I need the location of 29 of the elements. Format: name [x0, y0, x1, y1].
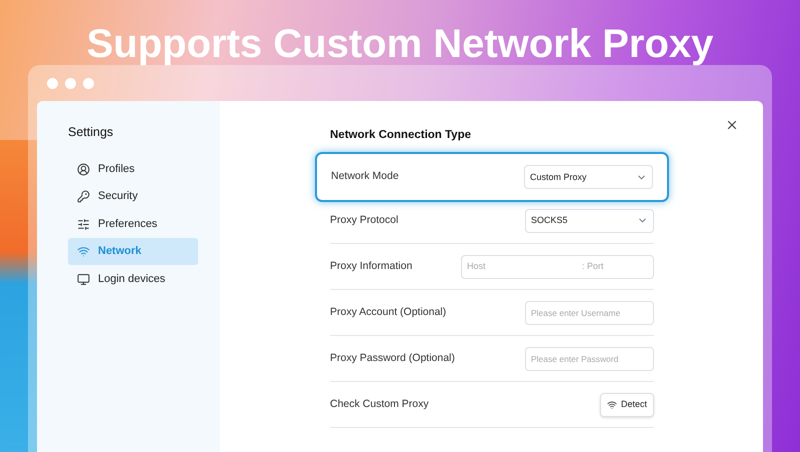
dropdown[interactable]: SOCKS5: [525, 208, 654, 233]
wifi-icon: [606, 400, 617, 410]
sliders-icon: [77, 218, 90, 230]
dropdown-value: SOCKS5: [531, 214, 568, 227]
row-label: Proxy Information: [330, 258, 412, 274]
sidebar-item[interactable]: Profiles: [68, 156, 198, 182]
user-circle-icon: [77, 162, 90, 176]
row-label: Check Custom Proxy: [330, 396, 429, 412]
row-label: Proxy Password (Optional): [330, 350, 455, 366]
close-icon: [725, 118, 739, 132]
dropdown-value: Custom Proxy: [530, 170, 587, 184]
dropdown[interactable]: Custom Proxy: [524, 165, 653, 190]
row-label: Proxy Account (Optional): [330, 304, 446, 320]
row-label: Network Mode: [331, 169, 399, 184]
sidebar-item[interactable]: Preferences: [68, 210, 198, 238]
sidebar-title: Settings: [68, 124, 114, 141]
section-title: Network Connection Type: [330, 128, 472, 143]
input-field[interactable]: Please enter Password: [525, 346, 654, 371]
monitor-icon: [77, 272, 90, 286]
input-field[interactable]: Please enter Username: [525, 300, 654, 325]
row-label: Proxy Protocol: [330, 212, 398, 228]
headline: Supports Custom Network Proxy: [86, 21, 714, 68]
sidebar-item[interactable]: Login devices: [68, 266, 198, 292]
detect-button[interactable]: Detect: [600, 392, 654, 417]
key-icon: [77, 190, 90, 203]
close-button[interactable]: [725, 118, 739, 132]
port-placeholder: : Port: [582, 260, 604, 273]
host-placeholder: Host: [467, 260, 487, 273]
sidebar-item[interactable]: Security: [68, 183, 198, 210]
